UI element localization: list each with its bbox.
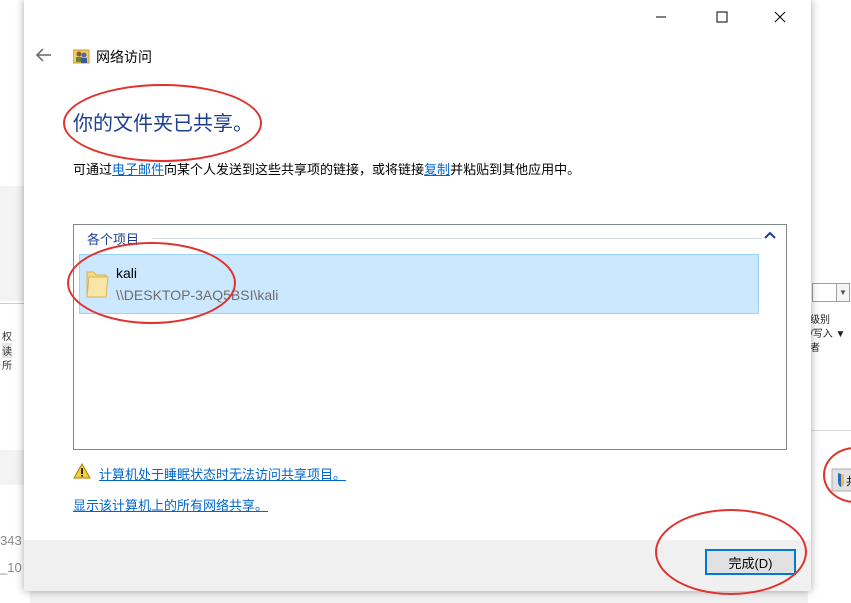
- dialog-footer: 完成(D): [24, 540, 811, 591]
- background-text: 权: [2, 332, 12, 343]
- maximize-button[interactable]: [699, 0, 745, 34]
- background-text: 者: [810, 343, 820, 354]
- email-link[interactable]: 电子邮件: [112, 162, 164, 177]
- sleep-warning-link[interactable]: 计算机处于睡眠状态时无法访问共享项目。: [99, 464, 346, 483]
- dialog-title: 网络访问: [96, 49, 152, 65]
- network-access-dialog: 网络访问 你的文件夹已共享。 可通过电子邮件向某个人发送到这些共享项的链接，或将…: [24, 0, 811, 591]
- copy-link[interactable]: 复制: [424, 162, 450, 177]
- background-text: 所: [2, 361, 12, 372]
- page-heading: 你的文件夹已共享。: [73, 113, 253, 135]
- back-arrow-icon: [35, 48, 51, 62]
- close-button[interactable]: [757, 0, 803, 34]
- divider: [152, 238, 762, 239]
- group-header: 各个项目: [87, 232, 140, 247]
- background-text: /写入 ▼: [810, 329, 846, 340]
- network-users-icon: [72, 46, 91, 64]
- desc-text: 可通过: [73, 162, 113, 177]
- desc-text: 向某个人发送到这些共享项的链接，或将链接: [164, 162, 425, 177]
- item-path: \\DESKTOP-3AQ5BSI\kali: [116, 287, 279, 303]
- warning-icon: [73, 463, 91, 479]
- list-item[interactable]: kali \\DESKTOP-3AQ5BSI\kali: [79, 254, 759, 314]
- folder-icon: [86, 271, 109, 298]
- share-description: 可通过电子邮件向某个人发送到这些共享项的链接，或将链接复制并粘贴到其他应用中。: [73, 159, 580, 178]
- minimize-icon: [656, 16, 666, 18]
- chevron-down-icon[interactable]: ▼: [836, 283, 850, 302]
- share-button-label: 共: [846, 473, 851, 489]
- chevron-up-icon[interactable]: [764, 230, 776, 240]
- background-text: _10: [0, 560, 22, 575]
- show-all-shares-link[interactable]: 显示该计算机上的所有网络共享。: [73, 495, 268, 514]
- background-window-right: ▼ 级别 /写入 ▼ 者 共: [808, 0, 851, 603]
- minimize-button[interactable]: [638, 0, 684, 34]
- close-icon: [774, 11, 786, 23]
- share-button-partial[interactable]: 共: [826, 461, 851, 497]
- maximize-icon: [716, 11, 728, 23]
- back-button[interactable]: [34, 45, 54, 65]
- item-name: kali: [116, 265, 138, 281]
- background-text: 343: [0, 533, 22, 548]
- desc-text: 并粘贴到其他应用中。: [450, 162, 581, 177]
- background-text: 级别: [810, 315, 830, 326]
- shared-items-list[interactable]: 各个项目 kali \\DESKTOP-3AQ5BSI\kali: [73, 224, 787, 450]
- background-text: 读: [2, 343, 12, 358]
- divider: [808, 430, 851, 431]
- done-button[interactable]: 完成(D): [705, 549, 796, 575]
